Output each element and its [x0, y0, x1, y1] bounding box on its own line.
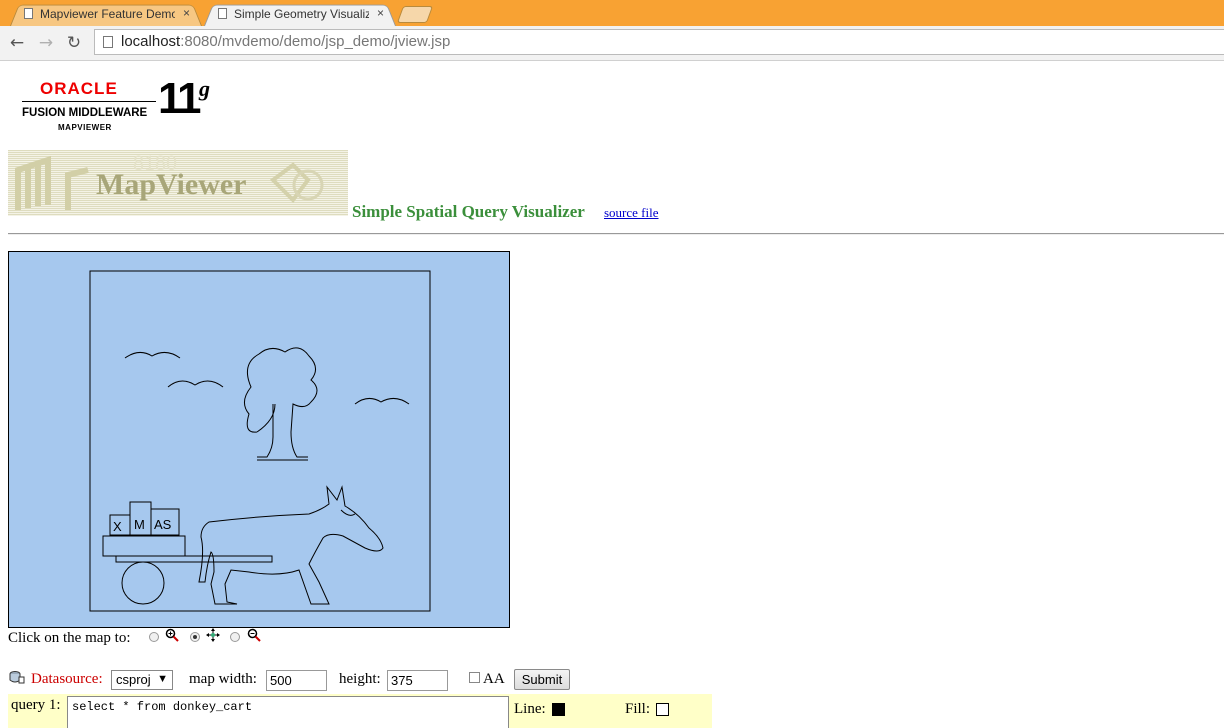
- map-width-label: map width:: [189, 671, 257, 687]
- datasource-value: csproj: [116, 672, 151, 687]
- mapviewer-banner: 8180 MapViewer: [8, 150, 348, 216]
- submit-button[interactable]: Submit: [514, 669, 570, 690]
- back-icon: ←: [9, 33, 25, 53]
- logo-divider: [22, 101, 156, 102]
- line-color-swatch[interactable]: [552, 703, 565, 716]
- url-path: :8080/mvdemo/demo/jsp_demo/jview.jsp: [180, 33, 451, 50]
- datasource-label: Datasource:: [31, 671, 103, 687]
- donkey: [198, 485, 384, 605]
- divider: [8, 233, 1224, 235]
- close-icon[interactable]: ×: [377, 6, 384, 20]
- banner-title: MapViewer: [96, 168, 247, 201]
- donkey-cart-drawing: X M AS: [89, 270, 431, 612]
- reload-button[interactable]: ↻: [63, 32, 85, 54]
- zoom-in-radio[interactable]: [149, 632, 159, 642]
- tree: [244, 347, 318, 458]
- address-bar[interactable]: localhost:8080/mvdemo/demo/jsp_demo/jvie…: [94, 29, 1224, 55]
- version-suffix: g: [199, 76, 210, 101]
- height-label: height:: [339, 671, 381, 687]
- box-letter-3: AS: [154, 517, 172, 532]
- map-width-input[interactable]: 500: [266, 670, 327, 691]
- page-icon: [218, 8, 227, 19]
- close-icon[interactable]: ×: [183, 6, 190, 20]
- tab-label: Simple Geometry Visualizer: [234, 7, 369, 21]
- fill-color-label: Fill:: [625, 701, 651, 717]
- pan-icon: [206, 628, 220, 642]
- browser-toolbar: ← → ↻ localhost:8080/mvdemo/demo/jsp_dem…: [0, 26, 1224, 61]
- forward-icon: →: [38, 33, 54, 53]
- tab-simple-geometry-visualizer[interactable]: Simple Geometry Visualizer ×: [204, 2, 396, 26]
- box-letter-1: X: [113, 519, 122, 534]
- page-title: Simple Spatial Query Visualizer: [352, 202, 585, 221]
- datasource-select[interactable]: csproj ▼: [111, 670, 173, 690]
- click-mode-label: Click on the map to:: [8, 630, 131, 646]
- url-text: localhost:8080/mvdemo/demo/jsp_demo/jvie…: [121, 33, 450, 50]
- bird-3: [354, 398, 410, 405]
- tab-label: Mapviewer Feature Demo: [40, 7, 175, 21]
- dropdown-arrow-icon: ▼: [157, 673, 168, 685]
- database-icon: [9, 671, 25, 684]
- fill-color-swatch[interactable]: [656, 703, 669, 716]
- cart-bed: [102, 535, 186, 557]
- fusion-middleware-text: FUSION MIDDLEWARE: [22, 107, 148, 119]
- query-textarea[interactable]: select * from donkey_cart: [67, 696, 509, 728]
- map-frame: [89, 270, 431, 612]
- antialias-checkbox[interactable]: [469, 672, 480, 683]
- zoom-out-icon: [247, 628, 261, 642]
- bird-2: [167, 380, 224, 388]
- mapviewer-logo-text: MAPVIEWER: [58, 123, 112, 132]
- url-host: localhost: [121, 33, 181, 50]
- zoom-out-radio[interactable]: [230, 632, 240, 642]
- query-label: query 1:: [11, 697, 61, 713]
- bird-1: [124, 352, 181, 359]
- page-icon: [103, 36, 113, 48]
- page-icon: [24, 8, 33, 19]
- reload-icon: ↻: [66, 33, 82, 53]
- zoom-in-icon: [165, 628, 179, 642]
- version-number: 11: [158, 74, 201, 123]
- tab-mapviewer-feature-demo[interactable]: Mapviewer Feature Demo ×: [10, 2, 202, 26]
- height-input[interactable]: 375: [387, 670, 448, 691]
- line-color-label: Line:: [514, 701, 546, 717]
- pan-radio[interactable]: [190, 632, 200, 642]
- cart-wheel: [121, 561, 165, 605]
- cart-shaft: [115, 555, 273, 563]
- forward-button[interactable]: →: [35, 32, 57, 54]
- back-button[interactable]: ←: [6, 32, 28, 54]
- new-tab-button[interactable]: [396, 6, 434, 23]
- source-file-link[interactable]: source file: [604, 205, 659, 221]
- oracle-logo-text: ORACLE: [40, 79, 118, 98]
- antialias-label: AA: [483, 671, 505, 687]
- box-letter-2: M: [134, 517, 145, 532]
- map-canvas[interactable]: X M AS: [8, 251, 510, 628]
- browser-tab-bar: Mapviewer Feature Demo × Simple Geometry…: [0, 0, 1224, 26]
